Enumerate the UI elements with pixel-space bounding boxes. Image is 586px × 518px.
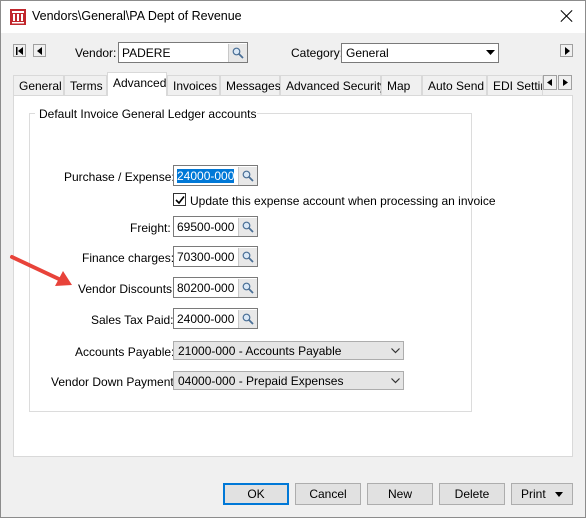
vendor-label: Vendor:: [75, 46, 117, 60]
tab-auto-send[interactable]: Auto Send: [422, 75, 487, 95]
checkmark-icon: [175, 196, 185, 205]
tab-scroll-left-icon[interactable]: [543, 75, 557, 90]
purchase-expense-field[interactable]: 24000-000: [173, 165, 258, 186]
finance-lookup-icon[interactable]: [238, 248, 257, 266]
tab-label: Advanced Security: [286, 79, 387, 93]
freight-lookup-icon[interactable]: [238, 218, 257, 236]
groupbox-border: [29, 113, 35, 114]
tab-label: EDI Setting: [493, 79, 542, 93]
purchase-lookup-icon[interactable]: [238, 167, 257, 185]
finance-charges-field[interactable]: 70300-000: [173, 246, 258, 267]
tab-general[interactable]: General: [13, 75, 64, 95]
accounts-payable-dropdown[interactable]: 21000-000 - Accounts Payable: [173, 341, 404, 360]
close-icon[interactable]: [557, 6, 577, 26]
vendor-discounts-label: Vendor Discounts:: [78, 282, 176, 296]
tab-label: Messages: [226, 79, 281, 93]
tab-terms[interactable]: Terms: [64, 75, 107, 95]
sales-tax-field[interactable]: 24000-000: [173, 308, 258, 329]
previous-record-icon[interactable]: [33, 44, 46, 57]
vendor-down-payment-dropdown[interactable]: 04000-000 - Prepaid Expenses: [173, 371, 404, 390]
annotation-arrow-icon: [10, 255, 72, 286]
tab-map[interactable]: Map: [381, 75, 422, 95]
sales-tax-lookup-icon[interactable]: [238, 310, 257, 328]
discounts-lookup-icon[interactable]: [238, 279, 257, 297]
sales-tax-value: 24000-000: [177, 312, 235, 326]
freight-label: Freight:: [130, 221, 171, 235]
tab-scroll-right-icon[interactable]: [558, 75, 572, 90]
update-expense-label: Update this expense account when process…: [190, 194, 496, 208]
category-dropdown[interactable]: General: [341, 43, 499, 63]
chevron-down-icon: [391, 378, 400, 384]
delete-button[interactable]: Delete: [439, 483, 505, 505]
app-logo-icon: [10, 9, 26, 25]
freight-value: 69500-000: [177, 220, 235, 234]
update-expense-checkbox[interactable]: [173, 193, 186, 206]
sales-tax-label: Sales Tax Paid:: [91, 313, 174, 327]
next-record-icon[interactable]: [560, 44, 573, 57]
vendor-window: Vendors\General\PA Dept of Revenue Vendo…: [0, 0, 586, 518]
tab-label: Map: [387, 79, 411, 93]
tab-advanced-security[interactable]: Advanced Security: [280, 75, 386, 95]
tab-label: Terms: [70, 79, 103, 93]
tab-advanced[interactable]: Advanced: [107, 72, 167, 96]
cancel-button[interactable]: Cancel: [295, 483, 361, 505]
vendor-field[interactable]: PADERE: [118, 42, 248, 63]
tab-label: Invoices: [173, 79, 218, 93]
print-button[interactable]: Print: [511, 483, 573, 505]
tab-invoices[interactable]: Invoices: [167, 75, 220, 95]
title-bar: Vendors\General\PA Dept of Revenue: [1, 1, 585, 33]
tab-label: Advanced: [113, 76, 167, 90]
accounts-payable-label: Accounts Payable:: [75, 345, 175, 359]
vendor-lookup-icon[interactable]: [228, 44, 247, 62]
chevron-down-icon: [391, 348, 400, 354]
window-title: Vendors\General\PA Dept of Revenue: [32, 9, 242, 23]
freight-field[interactable]: 69500-000: [173, 216, 258, 237]
ok-button[interactable]: OK: [223, 483, 289, 505]
tab-label: General: [19, 79, 62, 93]
groupbox-title: Default Invoice General Ledger accounts: [38, 107, 258, 121]
chevron-down-icon: [555, 492, 564, 498]
vendor-down-payment-label: Vendor Down Payment:: [51, 375, 178, 389]
tab-messages[interactable]: Messages: [220, 75, 281, 95]
first-record-icon[interactable]: [13, 44, 26, 57]
vendor-discounts-value: 80200-000: [177, 281, 235, 295]
tab-label: Auto Send: [428, 79, 485, 93]
chevron-down-icon: [486, 50, 495, 55]
vendor-value: PADERE: [122, 46, 171, 60]
category-value: General: [346, 46, 389, 60]
finance-charges-value: 70300-000: [177, 250, 235, 264]
finance-charges-label: Finance charges:: [82, 251, 175, 265]
accounts-payable-value: 21000-000 - Accounts Payable: [178, 344, 342, 358]
category-label: Category:: [291, 46, 344, 60]
purchase-expense-value: 24000-000: [177, 169, 235, 183]
new-button[interactable]: New: [367, 483, 433, 505]
tab-edi-setting[interactable]: EDI Setting: [487, 75, 543, 95]
print-label: Print: [520, 487, 546, 501]
groupbox-border: [237, 113, 472, 114]
vendor-discounts-field[interactable]: 80200-000: [173, 277, 258, 298]
vendor-down-payment-value: 04000-000 - Prepaid Expenses: [178, 374, 344, 388]
purchase-expense-label: Purchase / Expense:: [64, 170, 175, 184]
